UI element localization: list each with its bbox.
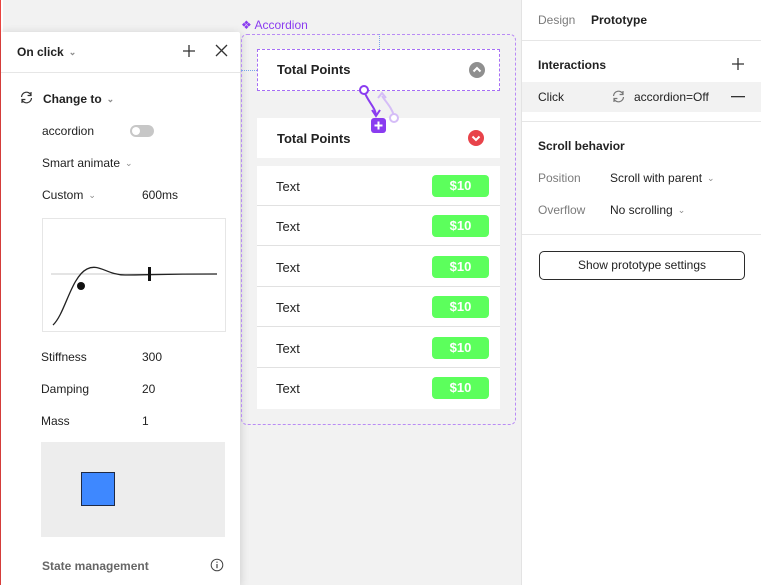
stiffness-label: Stiffness [41, 350, 87, 364]
list-item[interactable]: Text $10 [257, 287, 500, 327]
add-interaction-icon[interactable] [731, 57, 745, 71]
header-title: Total Points [277, 131, 351, 146]
list-item[interactable]: Text $10 [257, 206, 500, 246]
scroll-behavior-title: Scroll behavior [538, 139, 625, 153]
stiffness-field[interactable]: 300 [142, 350, 162, 364]
properties-panel: Design Prototype Interactions Click acco… [521, 0, 761, 585]
component-label[interactable]: ❖ Accordion [241, 18, 308, 32]
property-label: accordion [42, 124, 95, 138]
animation-dropdown[interactable]: Smart animate ⌄ [42, 156, 133, 170]
row-text: Text [276, 179, 300, 194]
curve-dropdown[interactable]: Custom ⌄ [42, 188, 96, 202]
position-label: Position [538, 171, 581, 185]
list-item[interactable]: Text $10 [257, 166, 500, 206]
spring-curve-editor[interactable] [42, 218, 226, 332]
swap-icon [20, 91, 33, 104]
damping-label: Damping [41, 382, 90, 396]
position-dropdown[interactable]: Scroll with parent ⌄ [610, 171, 715, 185]
spacing-guide [379, 34, 380, 49]
price-badge: $10 [432, 256, 489, 278]
interaction-trigger: Click [538, 90, 564, 104]
list-item[interactable]: Text $10 [257, 247, 500, 287]
divider [522, 234, 761, 235]
divider [1, 72, 240, 73]
tab-design[interactable]: Design [538, 13, 575, 27]
preview-square [81, 472, 115, 506]
chevron-up-icon [469, 62, 485, 78]
curve-handle-bar[interactable] [148, 267, 151, 281]
price-badge: $10 [432, 337, 489, 359]
spacing-guide [241, 70, 257, 71]
interaction-panel: On click ⌄ Change to ⌄ accordion Smart ani… [1, 32, 240, 585]
price-badge: $10 [432, 215, 489, 237]
state-management-label: State management [42, 559, 149, 573]
panel-header: On click ⌄ [1, 44, 240, 64]
row-text: Text [276, 341, 300, 356]
row-text: Text [276, 219, 300, 234]
overflow-label: Overflow [538, 203, 586, 217]
prototype-connection[interactable] [352, 82, 404, 136]
row-text: Text [276, 260, 300, 275]
remove-interaction-icon[interactable] [731, 96, 745, 98]
chevron-down-icon: ⌄ [68, 47, 77, 57]
property-toggle[interactable] [130, 125, 154, 137]
price-badge: $10 [432, 296, 489, 318]
add-icon[interactable] [182, 44, 196, 58]
price-badge: $10 [432, 175, 489, 197]
component-name: Accordion [254, 18, 308, 32]
accordion-list: Text $10 Text $10 Text $10 Text $10 Text… [257, 166, 500, 409]
action-label: Change to ⌄ [43, 92, 115, 106]
animation-preview [41, 442, 225, 537]
interaction-row[interactable]: Click accordion=Off [522, 82, 761, 112]
chevron-down-icon [468, 130, 484, 146]
trigger-dropdown[interactable]: On click ⌄ [17, 45, 76, 59]
price-badge: $10 [432, 377, 489, 399]
curve-handle-dot[interactable] [77, 282, 85, 290]
list-item[interactable]: Text $10 [257, 328, 500, 368]
mass-field[interactable]: 1 [142, 414, 149, 428]
overflow-dropdown[interactable]: No scrolling ⌄ [610, 203, 685, 217]
mass-label: Mass [41, 414, 70, 428]
component-icon: ❖ [241, 18, 252, 32]
row-text: Text [276, 300, 300, 315]
divider [522, 40, 761, 41]
row-text: Text [276, 381, 300, 396]
header-title: Total Points [277, 62, 351, 77]
close-icon[interactable] [215, 44, 228, 57]
tab-prototype[interactable]: Prototype [591, 13, 647, 27]
connection-start-node[interactable] [359, 85, 369, 95]
trigger-label: On click [17, 45, 64, 59]
interactions-title: Interactions [538, 58, 607, 72]
spring-curve-graph [51, 266, 218, 326]
duration-field[interactable]: 600ms [142, 188, 178, 202]
show-prototype-settings-button[interactable]: Show prototype settings [539, 251, 745, 280]
interaction-target: accordion=Off [634, 90, 709, 104]
swap-icon [612, 90, 625, 103]
info-icon[interactable] [210, 558, 224, 572]
damping-field[interactable]: 20 [142, 382, 155, 396]
list-item[interactable]: Text $10 [257, 368, 500, 408]
divider [522, 121, 761, 122]
